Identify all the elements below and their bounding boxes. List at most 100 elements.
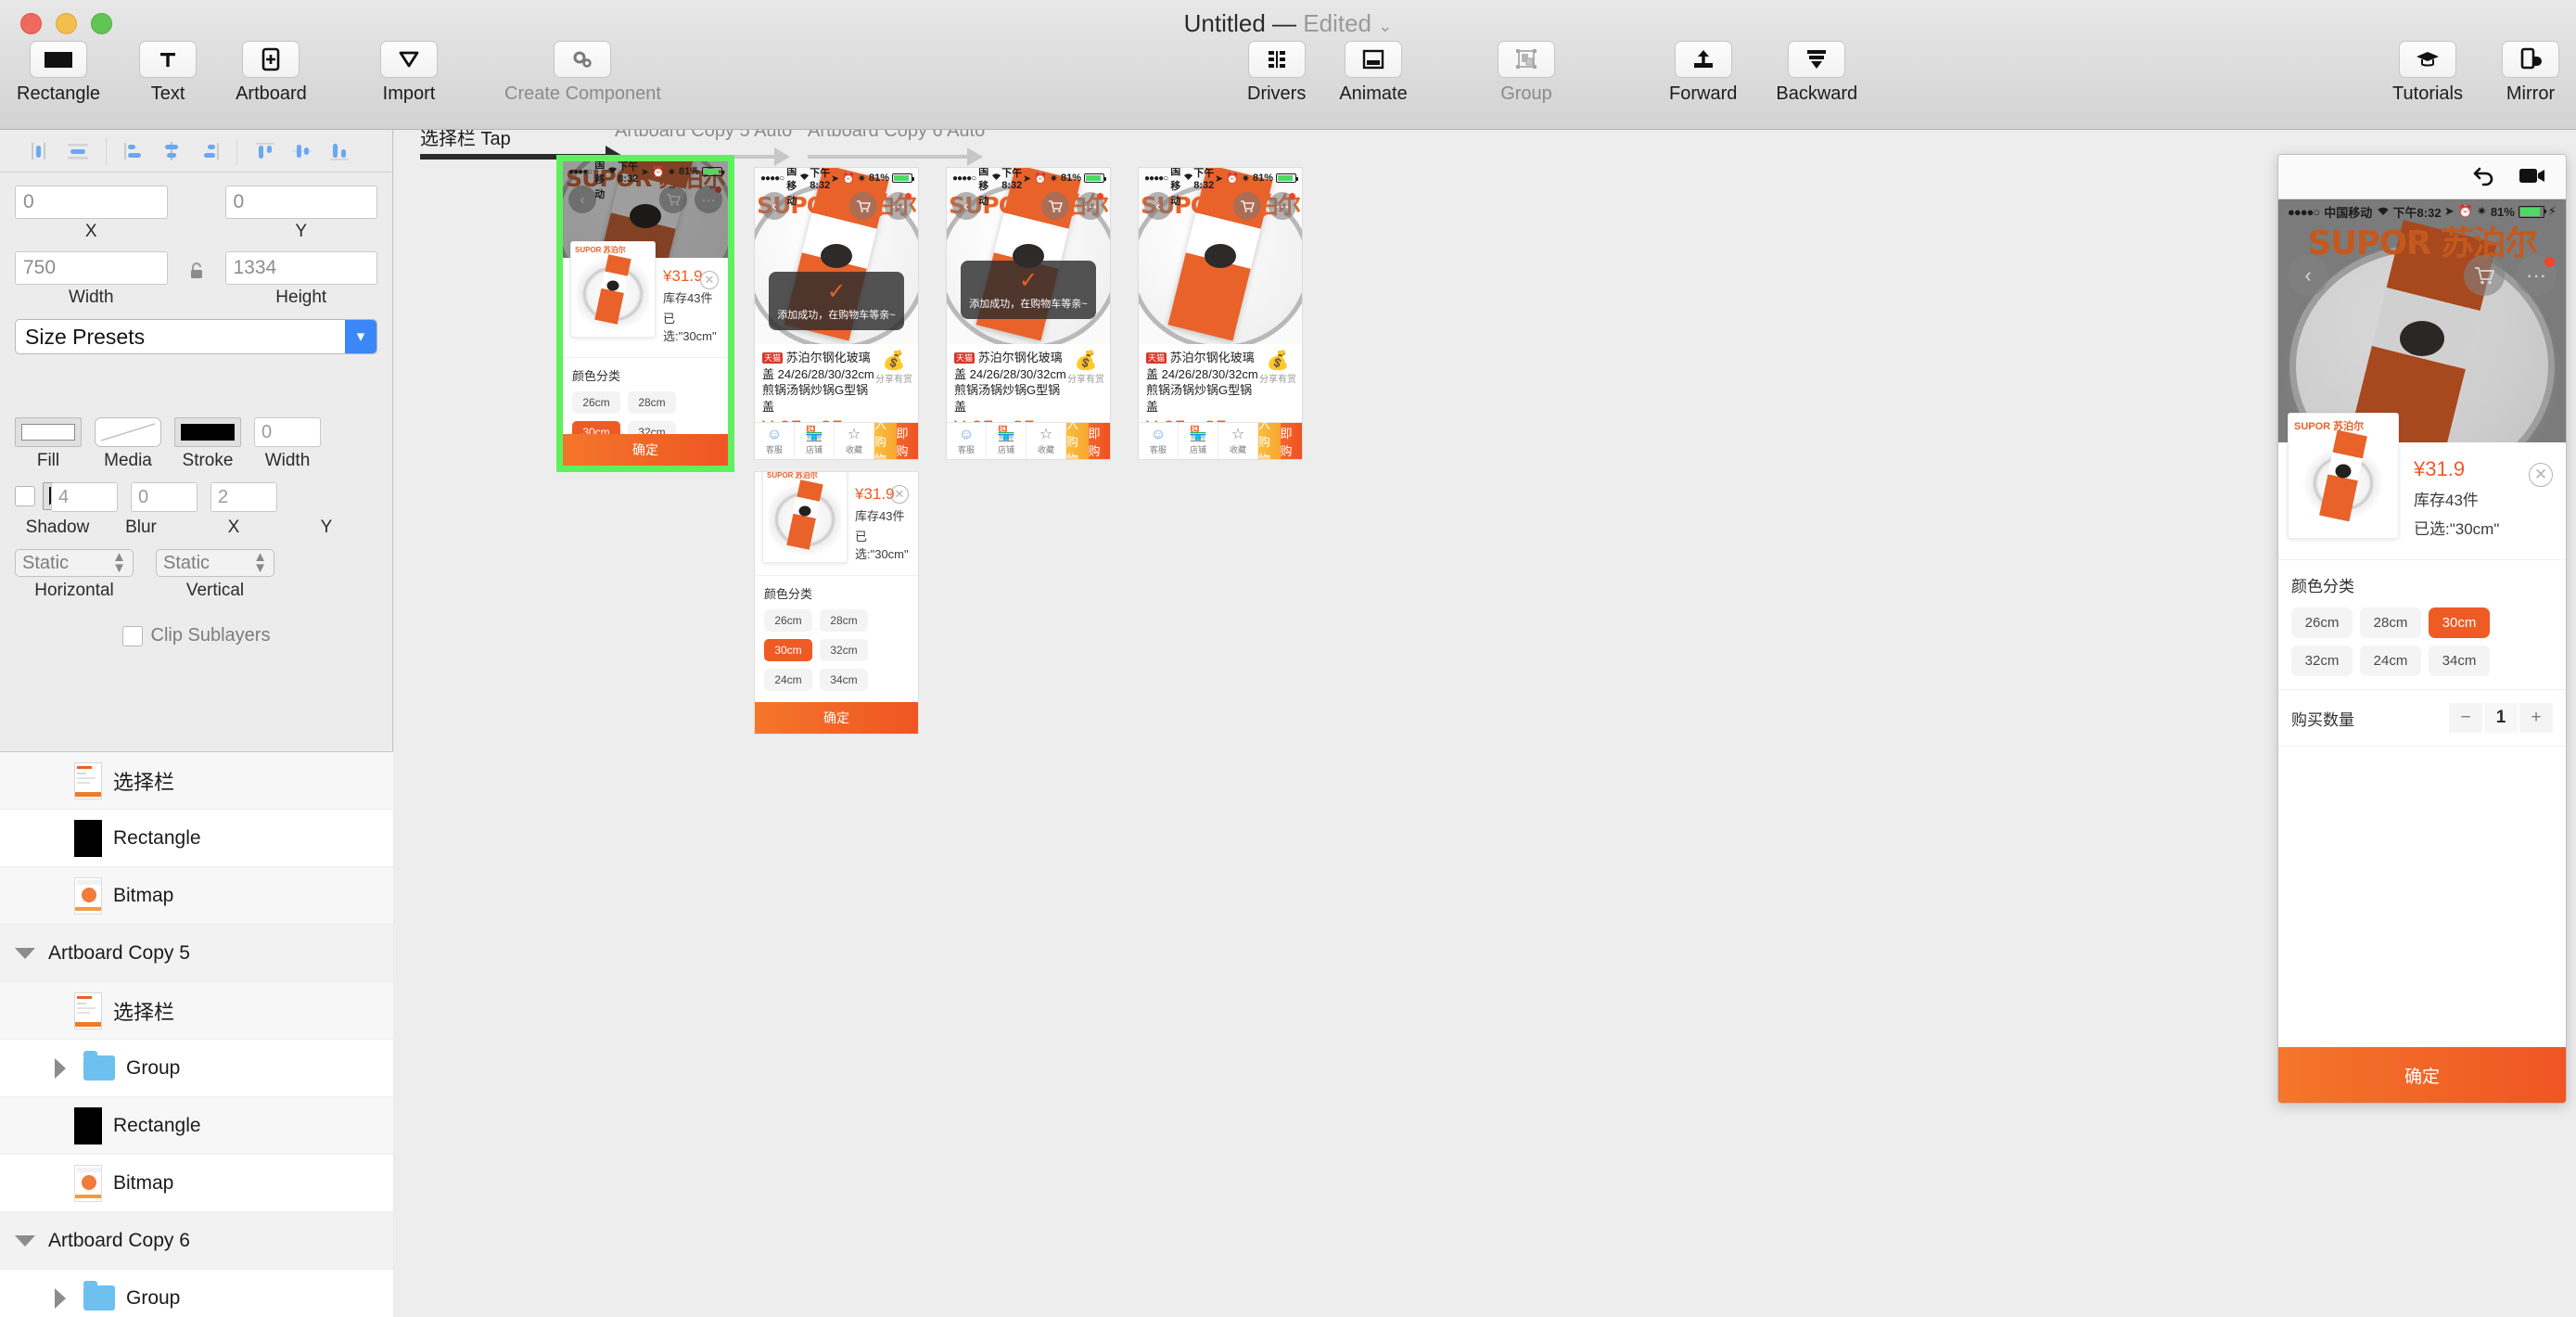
tab-favorite[interactable]: ☆ 收藏 <box>1218 423 1258 459</box>
buy-now-button[interactable]: 立即购买 <box>1088 409 1110 459</box>
sku-chip-selected[interactable]: 30cm <box>2429 607 2490 638</box>
buy-now-button[interactable]: 立即购买 <box>1280 409 1302 459</box>
rectangle-tool-button[interactable] <box>30 41 88 78</box>
media-swatch[interactable] <box>95 417 161 447</box>
stroke-swatch[interactable] <box>174 417 241 447</box>
cart-icon[interactable] <box>2464 255 2505 296</box>
mirror-tool[interactable]: Mirror <box>2502 41 2559 105</box>
cart-icon[interactable] <box>659 185 687 213</box>
group-tool[interactable]: Group <box>1498 41 1555 105</box>
artboard-product-detail-3[interactable]: ●●●●○ 中国移动 下午8:32 ➤ ⏰ ✷ 81% SUPOR 苏泊尔 ‹ … <box>1138 167 1303 460</box>
share-reward[interactable]: 💰 分享有赏 <box>875 352 912 385</box>
tab-shop[interactable]: 🏪 店铺 <box>1179 423 1218 459</box>
share-reward[interactable]: 💰 分享有赏 <box>1259 352 1296 385</box>
quantity-stepper[interactable]: − 1 + <box>2449 703 2553 733</box>
flow-label-1[interactable]: Artboard Copy 5 Auto <box>615 130 792 142</box>
horizontal-resizing-select[interactable]: Static ▲ ▼ <box>15 549 134 577</box>
add-to-cart-button[interactable]: 加入购物车 <box>1258 400 1281 459</box>
x-input[interactable]: 0 <box>15 185 168 219</box>
cart-icon[interactable] <box>1041 192 1069 220</box>
share-reward[interactable]: 💰 分享有赏 <box>1067 352 1104 385</box>
layer-row[interactable]: 选择栏 <box>0 982 393 1040</box>
backward-button[interactable] <box>1788 41 1846 78</box>
flow-label-2[interactable]: Artboard Copy 6 Auto <box>808 130 985 142</box>
shadow-y-input[interactable]: 2 <box>210 482 277 512</box>
artboard-sku-selected[interactable]: ●●●●○ 中国移动 下午8:32 ➤ ⏰ ✷ 81% SUPOR 苏泊尔 <box>556 155 734 472</box>
video-camera-icon[interactable] <box>2518 165 2547 189</box>
rectangle-tool[interactable]: Rectangle <box>17 41 100 105</box>
stepper-icon[interactable]: ▲ ▼ <box>112 550 126 575</box>
disclosure-triangle-right-icon[interactable] <box>48 1057 72 1079</box>
sku-chip[interactable]: 24cm <box>2360 646 2421 676</box>
layers-list[interactable]: 选择栏 Rectangle Bitmap Artboard Copy 5 选择栏 Grou… <box>0 751 393 1317</box>
add-to-cart-button[interactable]: 加入购物车 <box>1066 400 1089 459</box>
shadow-x-input[interactable]: 0 <box>131 482 198 512</box>
distribute-right-icon[interactable] <box>192 137 225 165</box>
tab-customer-service[interactable]: ☺ 客服 <box>947 423 987 459</box>
sku-chip[interactable]: 32cm <box>820 639 868 661</box>
width-input[interactable]: 750 <box>15 251 168 285</box>
sku-option-chips[interactable]: 26cm 28cm 30cm 32cm 24cm 34cm <box>2291 607 2553 676</box>
flow-label-0[interactable]: 选择栏 Tap <box>420 130 511 150</box>
sku-chip[interactable]: 26cm <box>2291 607 2353 638</box>
create-component-button[interactable] <box>554 41 612 78</box>
forward-button[interactable] <box>1674 41 1732 78</box>
layer-row[interactable]: 选择栏 <box>0 752 393 810</box>
confirm-button[interactable]: 确定 <box>755 702 918 734</box>
layer-row[interactable]: Bitmap <box>0 867 393 925</box>
layer-row[interactable]: Rectangle <box>0 810 393 867</box>
distribute-center-icon[interactable] <box>155 137 188 165</box>
blur-input[interactable]: 4 <box>51 482 118 512</box>
backward-tool[interactable]: Backward <box>1776 41 1857 105</box>
layer-group-header[interactable]: Artboard Copy 5 <box>0 925 393 982</box>
bottom-action-bar[interactable]: ☺ 客服 🏪 店铺 ☆ 收藏 加入购物车 立即购买 <box>947 400 1110 459</box>
y-input[interactable]: 0 <box>224 185 377 219</box>
tab-customer-service[interactable]: ☺ 客服 <box>1139 423 1179 459</box>
align-top-icon[interactable] <box>249 137 282 165</box>
layer-row[interactable]: Bitmap <box>0 1155 393 1212</box>
artboard-sku-detached[interactable]: SUPOR 苏泊尔 ¥31.9 库存43件 已选:"30cm" ✕ 颜色分类 2… <box>754 471 919 735</box>
tutorials-tool[interactable]: Tutorials <box>2392 41 2463 105</box>
sku-chip[interactable]: 28cm <box>2360 607 2421 638</box>
layer-row[interactable]: Group <box>0 1270 393 1317</box>
height-input[interactable]: 1334 <box>224 251 377 285</box>
preview-panel[interactable]: ●●●●○ 中国移动 下午8:32 ➤ ⏰ ✷ 81% ⚡ SUPOR 苏泊尔 … <box>2277 154 2567 1104</box>
forward-tool[interactable]: Forward <box>1669 41 1737 105</box>
fill-swatch[interactable] <box>15 417 82 447</box>
clip-sublayers-checkbox[interactable] <box>121 625 143 646</box>
sku-chip[interactable]: 28cm <box>820 609 868 632</box>
align-middle-icon[interactable] <box>286 137 319 165</box>
text-tool[interactable]: Text <box>139 41 198 105</box>
buy-now-button[interactable]: 立即购买 <box>896 409 918 459</box>
text-tool-button[interactable] <box>139 41 198 78</box>
tab-customer-service[interactable]: ☺ 客服 <box>755 423 795 459</box>
close-icon[interactable]: ✕ <box>2529 463 2553 487</box>
stepper-icon[interactable]: ▲ ▼ <box>253 550 267 575</box>
aspect-lock-icon[interactable] <box>187 261 206 281</box>
canvas[interactable]: 选择栏 Tap Artboard Copy 5 Auto Artboard Co… <box>394 130 2576 1317</box>
stroke-width-input[interactable]: 0 <box>254 417 321 447</box>
close-icon[interactable]: ✕ <box>890 485 909 504</box>
layer-group-header[interactable]: Artboard Copy 6 <box>0 1212 393 1270</box>
align-left-icon[interactable] <box>24 137 57 165</box>
more-button[interactable]: ··· <box>1077 192 1104 220</box>
drivers-tool[interactable]: Drivers <box>1247 41 1306 105</box>
artboard-product-detail-2[interactable]: ●●●●○ 中国移动 下午8:32 ➤ ⏰ ✷ 81% SUPOR 苏泊尔 ‹ … <box>946 167 1111 460</box>
more-button[interactable]: ··· <box>695 185 722 213</box>
more-button[interactable]: ··· <box>2516 255 2557 296</box>
tab-shop[interactable]: 🏪 店铺 <box>795 423 835 459</box>
cart-icon[interactable] <box>849 192 877 220</box>
sku-chip[interactable]: 34cm <box>820 669 868 691</box>
import-button[interactable] <box>380 41 438 78</box>
add-to-cart-button[interactable]: 加入购物车 <box>874 400 897 459</box>
sku-chip[interactable]: 26cm <box>572 391 620 414</box>
more-button[interactable]: ··· <box>885 192 912 220</box>
align-bottom-icon[interactable] <box>323 137 356 165</box>
sku-chip[interactable]: 28cm <box>628 391 676 414</box>
back-button[interactable]: ‹ <box>2288 255 2328 296</box>
mirror-button[interactable] <box>2502 41 2559 78</box>
align-center-horizontal-icon[interactable] <box>61 137 95 165</box>
tab-favorite[interactable]: ☆ 收藏 <box>1027 423 1066 459</box>
confirm-button[interactable]: 确定 <box>2278 1047 2566 1103</box>
layer-row[interactable]: Group <box>0 1040 393 1097</box>
